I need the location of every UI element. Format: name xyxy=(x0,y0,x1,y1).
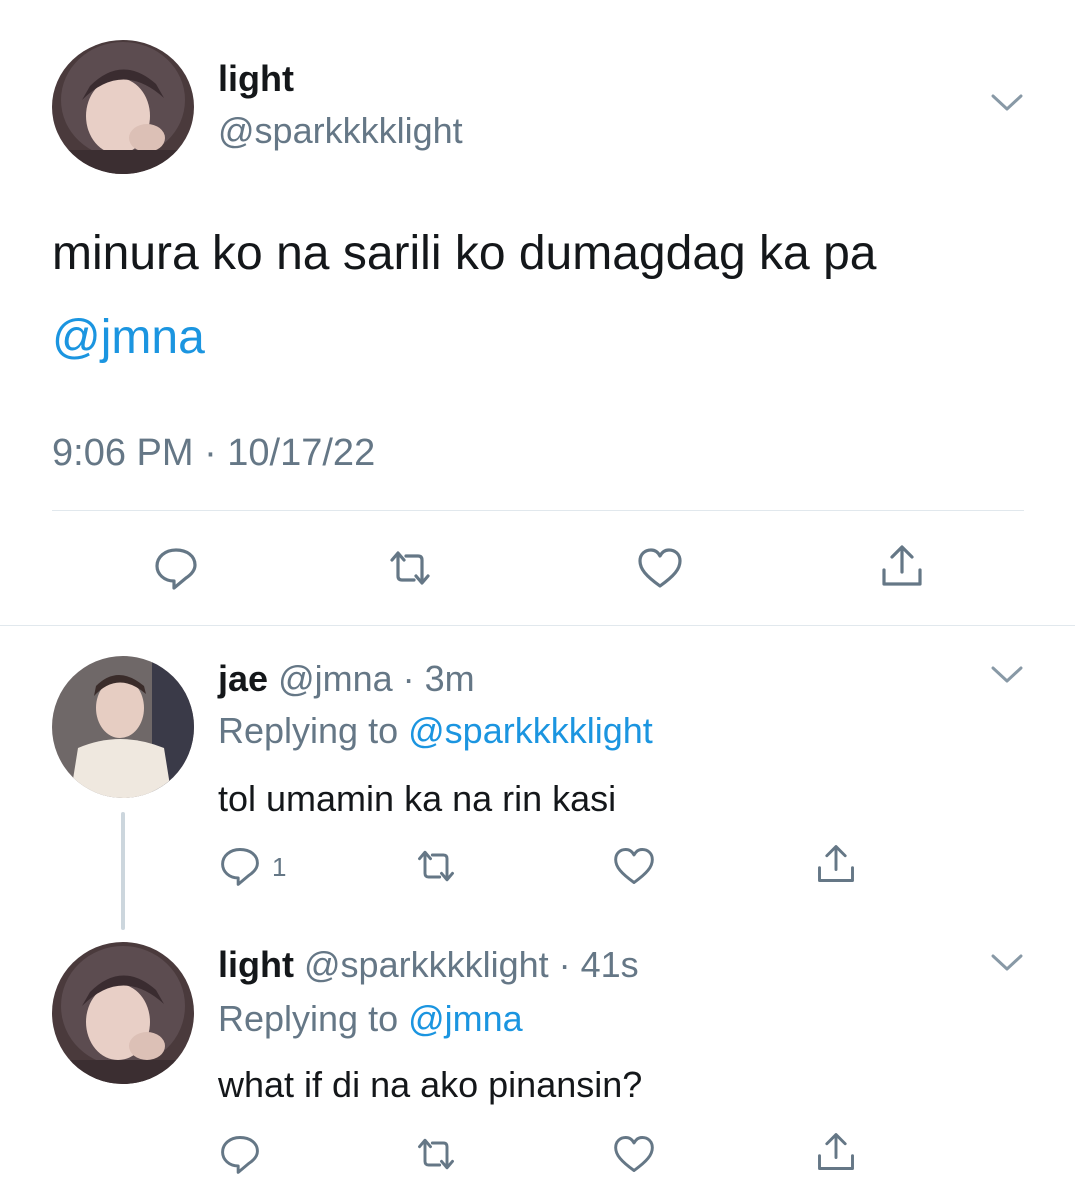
tweet-thread-screen: light @sparkkkklight minura ko na sarili… xyxy=(0,0,1075,1200)
reply-1-avatar[interactable] xyxy=(52,656,194,798)
reply-1-reply-count: 1 xyxy=(272,852,287,882)
main-heart-icon[interactable] xyxy=(636,544,684,592)
reply-2-retweet-icon[interactable] xyxy=(414,1132,458,1176)
reply-1-separator: · xyxy=(392,658,425,699)
main-tweet-display-name[interactable]: light xyxy=(218,58,294,100)
main-tweet-timestamp[interactable]: 9:06 PM · 10/17/22 xyxy=(52,432,375,475)
reply-1-display-name[interactable]: jae xyxy=(218,658,268,699)
reply-2-text: what if di na ako pinansin? xyxy=(218,1064,643,1105)
main-reply-icon[interactable] xyxy=(152,544,200,592)
reply-1-replying-prefix: Replying to xyxy=(218,710,399,751)
reply-2-handle[interactable]: @sparkkkklight xyxy=(304,944,549,985)
section-divider xyxy=(0,625,1075,626)
reply-2-replying-handle[interactable]: @jmna xyxy=(408,998,523,1039)
main-tweet-chevron-down-icon[interactable] xyxy=(990,92,1024,114)
reply-2-header: light @sparkkkklight · 41s xyxy=(218,944,639,986)
reply-2-reply-icon[interactable] xyxy=(218,1132,262,1176)
reply-2-replying-to: Replying to @jmna xyxy=(218,998,523,1040)
reply-1-share-icon[interactable] xyxy=(814,842,858,886)
reply-1-header: jae @jmna · 3m xyxy=(218,658,475,700)
reply-2-avatar[interactable] xyxy=(52,942,194,1084)
main-tweet-mention[interactable]: @jmna xyxy=(52,310,205,365)
main-tweet-handle[interactable]: @sparkkkklight xyxy=(218,110,463,152)
reply-2-share-icon[interactable] xyxy=(814,1130,858,1174)
reply-2-heart-icon[interactable] xyxy=(612,1132,656,1176)
reply-1-chevron-down-icon[interactable] xyxy=(990,664,1024,686)
main-tweet-avatar[interactable] xyxy=(52,40,194,174)
reply-1-retweet-icon[interactable] xyxy=(414,844,458,888)
reply-1-time[interactable]: 3m xyxy=(425,658,475,699)
main-retweet-icon[interactable] xyxy=(386,544,434,592)
main-tweet-text: minura ko na sarili ko dumagdag ka pa xyxy=(52,227,877,280)
reply-1-heart-icon[interactable] xyxy=(612,844,656,888)
reply-2-separator: · xyxy=(548,944,581,985)
reply-1-reply-icon[interactable] xyxy=(218,844,262,888)
reply-1-replying-handle[interactable]: @sparkkkklight xyxy=(408,710,653,751)
reply-2-replying-prefix: Replying to xyxy=(218,998,399,1039)
reply-1-text: tol umamin ka na rin kasi xyxy=(218,778,617,819)
reply-1-replying-to: Replying to @sparkkkklight xyxy=(218,710,653,752)
thread-connector-line xyxy=(121,812,125,930)
reply-2-time[interactable]: 41s xyxy=(581,944,639,985)
reply-2-chevron-down-icon[interactable] xyxy=(990,952,1024,974)
reply-2-display-name[interactable]: light xyxy=(218,944,294,985)
main-tweet-divider xyxy=(52,510,1024,511)
main-share-icon[interactable] xyxy=(878,542,926,590)
reply-1-handle[interactable]: @jmna xyxy=(278,658,393,699)
